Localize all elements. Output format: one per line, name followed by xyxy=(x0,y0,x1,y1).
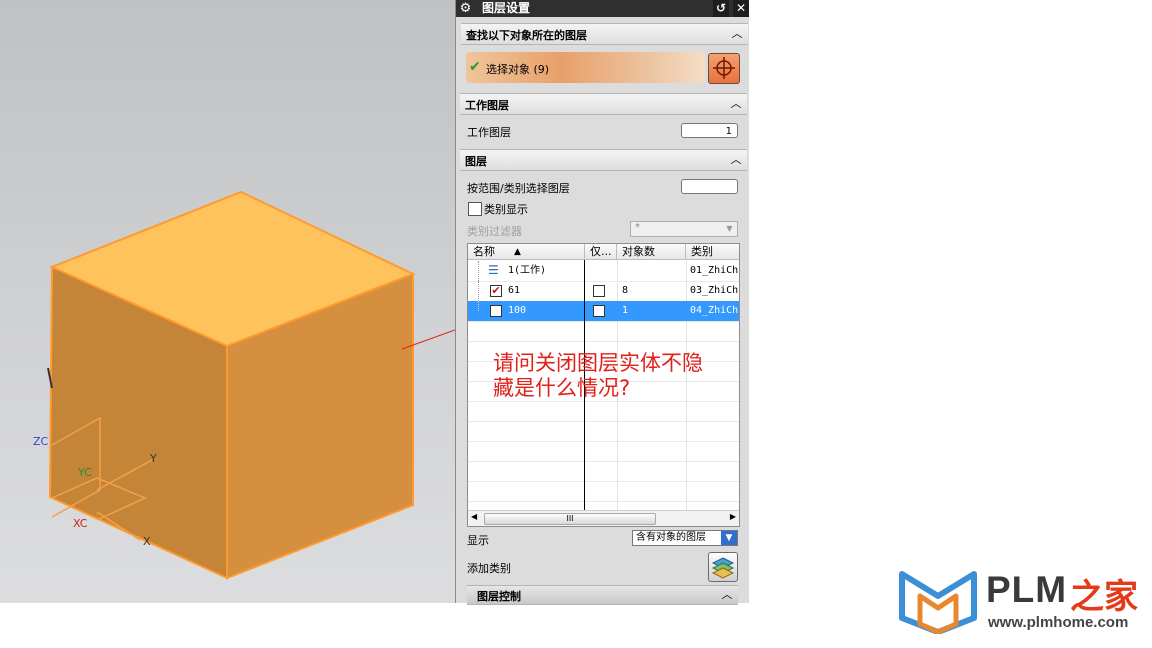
horizontal-scrollbar[interactable]: ◀ III ▶ xyxy=(468,510,739,526)
zc-axis-label: ZC xyxy=(33,435,49,448)
logo-url-text: www.plmhome.com xyxy=(988,614,1129,631)
plmhome-logo: PLM 之家 www.plmhome.com xyxy=(898,566,1148,636)
section-title: 查找以下对象所在的图层 xyxy=(466,29,587,42)
table-row-empty xyxy=(468,321,739,342)
range-category-label: 按范围/类别选择图层 xyxy=(467,182,570,195)
table-row-empty xyxy=(468,441,739,462)
column-header-label: 名称 xyxy=(473,245,495,258)
display-label: 显示 xyxy=(467,534,489,547)
reset-button[interactable]: ↺ xyxy=(713,0,729,17)
x-axis-label: X xyxy=(143,535,151,548)
add-category-label: 添加类别 xyxy=(467,562,511,575)
table-row-empty xyxy=(468,421,739,442)
gear-icon[interactable]: ⚙ xyxy=(458,1,473,16)
table-row[interactable]: ✔ 61 8 03_ZhiCh xyxy=(468,281,739,302)
annotation-question: 请问关闭图层实体不隐 藏是什么情况? xyxy=(493,351,703,400)
category-filter-dropdown[interactable]: * ▼ xyxy=(630,221,738,237)
scroll-thumb-grip: III xyxy=(566,514,574,523)
section-work-layer-header[interactable]: 工作图层 ︿ xyxy=(460,93,747,115)
section-title: 图层 xyxy=(465,155,487,168)
section-find-objects-header[interactable]: 查找以下对象所在的图层 ︿ xyxy=(461,23,748,45)
chevron-down-icon: ▼ xyxy=(726,224,733,233)
layer-only-checkbox[interactable] xyxy=(593,305,605,317)
section-title: 工作图层 xyxy=(465,99,509,112)
layer-object-count: 8 xyxy=(622,285,629,296)
chevron-up-icon[interactable]: ︿ xyxy=(729,97,743,111)
crosshair-icon xyxy=(713,57,735,79)
close-button[interactable]: ✕ xyxy=(733,0,749,17)
range-category-input[interactable] xyxy=(681,179,738,194)
table-row-empty xyxy=(468,481,739,502)
column-header-only[interactable]: 仅... xyxy=(585,244,617,260)
layer-name: 1(工作) xyxy=(508,265,547,276)
chevron-up-icon[interactable]: ︿ xyxy=(720,588,734,602)
dialog-title-bar: ⚙ 图层设置 ↺ ✕ xyxy=(456,0,749,17)
table-row-empty xyxy=(468,461,739,482)
column-header-name[interactable]: 名称 ▲ xyxy=(468,244,585,260)
column-header-count[interactable]: 对象数 xyxy=(617,244,686,260)
category-filter-value: * xyxy=(635,222,640,233)
scroll-right-icon[interactable]: ▶ xyxy=(730,512,736,521)
xc-axis-label: XC xyxy=(73,517,88,530)
work-layer-label: 工作图层 xyxy=(467,126,511,139)
chevron-up-icon[interactable]: ︿ xyxy=(730,27,744,41)
layer-visible-checkbox[interactable] xyxy=(490,305,502,317)
scroll-thumb[interactable]: III xyxy=(484,513,656,525)
scroll-left-icon[interactable]: ◀ xyxy=(471,512,477,521)
graphics-viewport[interactable]: ZC YC XC Y X xyxy=(0,0,455,603)
select-object-button[interactable] xyxy=(708,53,740,84)
layer-visible-checkbox[interactable]: ✔ xyxy=(490,285,502,297)
layer-category: 03_ZhiCh xyxy=(690,285,738,296)
section-title: 图层控制 xyxy=(477,590,521,603)
logo-plm-text: PLM xyxy=(986,569,1068,610)
section-layers-header[interactable]: 图层 ︿ xyxy=(460,149,747,171)
layer-name: 61 xyxy=(508,285,521,296)
y-axis-label: Y xyxy=(150,452,157,465)
chevron-down-icon: ▼ xyxy=(721,531,737,545)
select-object-row[interactable]: ✔ 选择对象 (9) xyxy=(466,52,705,83)
yc-axis-label: YC xyxy=(78,466,92,479)
layers-icon xyxy=(711,557,735,579)
category-filter-label: 类别过滤器 xyxy=(467,225,522,238)
layer-object-count: 1 xyxy=(622,305,629,316)
display-value: 含有对象的图层 xyxy=(636,532,706,543)
cube-model[interactable] xyxy=(0,0,455,603)
section-layer-control-header[interactable]: 图层控制 ︿ xyxy=(467,585,738,605)
category-display-label: 类别显示 xyxy=(484,203,528,216)
logo-cn-text: 之家 xyxy=(1070,577,1138,617)
chevron-up-icon[interactable]: ︿ xyxy=(729,153,743,167)
table-row-empty xyxy=(468,401,739,422)
layer-name: 100 xyxy=(508,305,527,316)
logo-mark-icon xyxy=(899,571,977,634)
sort-ascending-icon: ▲ xyxy=(514,247,521,257)
category-display-checkbox[interactable] xyxy=(468,202,482,216)
table-row[interactable]: ☰ 1(工作) 01_ZhiCh xyxy=(468,261,739,282)
column-header-category[interactable]: 类别 xyxy=(686,244,739,260)
layer-category: 01_ZhiCh xyxy=(690,265,738,276)
display-dropdown[interactable]: 含有对象的图层 ▼ xyxy=(632,530,738,546)
add-category-button[interactable] xyxy=(708,552,738,582)
select-object-label: 选择对象 (9) xyxy=(486,63,550,76)
work-layer-input[interactable]: 1 xyxy=(681,123,738,138)
layer-only-checkbox[interactable] xyxy=(593,285,605,297)
table-row[interactable]: 100 1 04_ZhiCh xyxy=(468,301,739,322)
layer-category: 04_ZhiCh xyxy=(690,305,738,316)
dialog-title: 图层设置 xyxy=(482,1,531,15)
layer-stack-icon: ☰ xyxy=(488,263,499,277)
check-icon: ✔ xyxy=(469,59,481,75)
